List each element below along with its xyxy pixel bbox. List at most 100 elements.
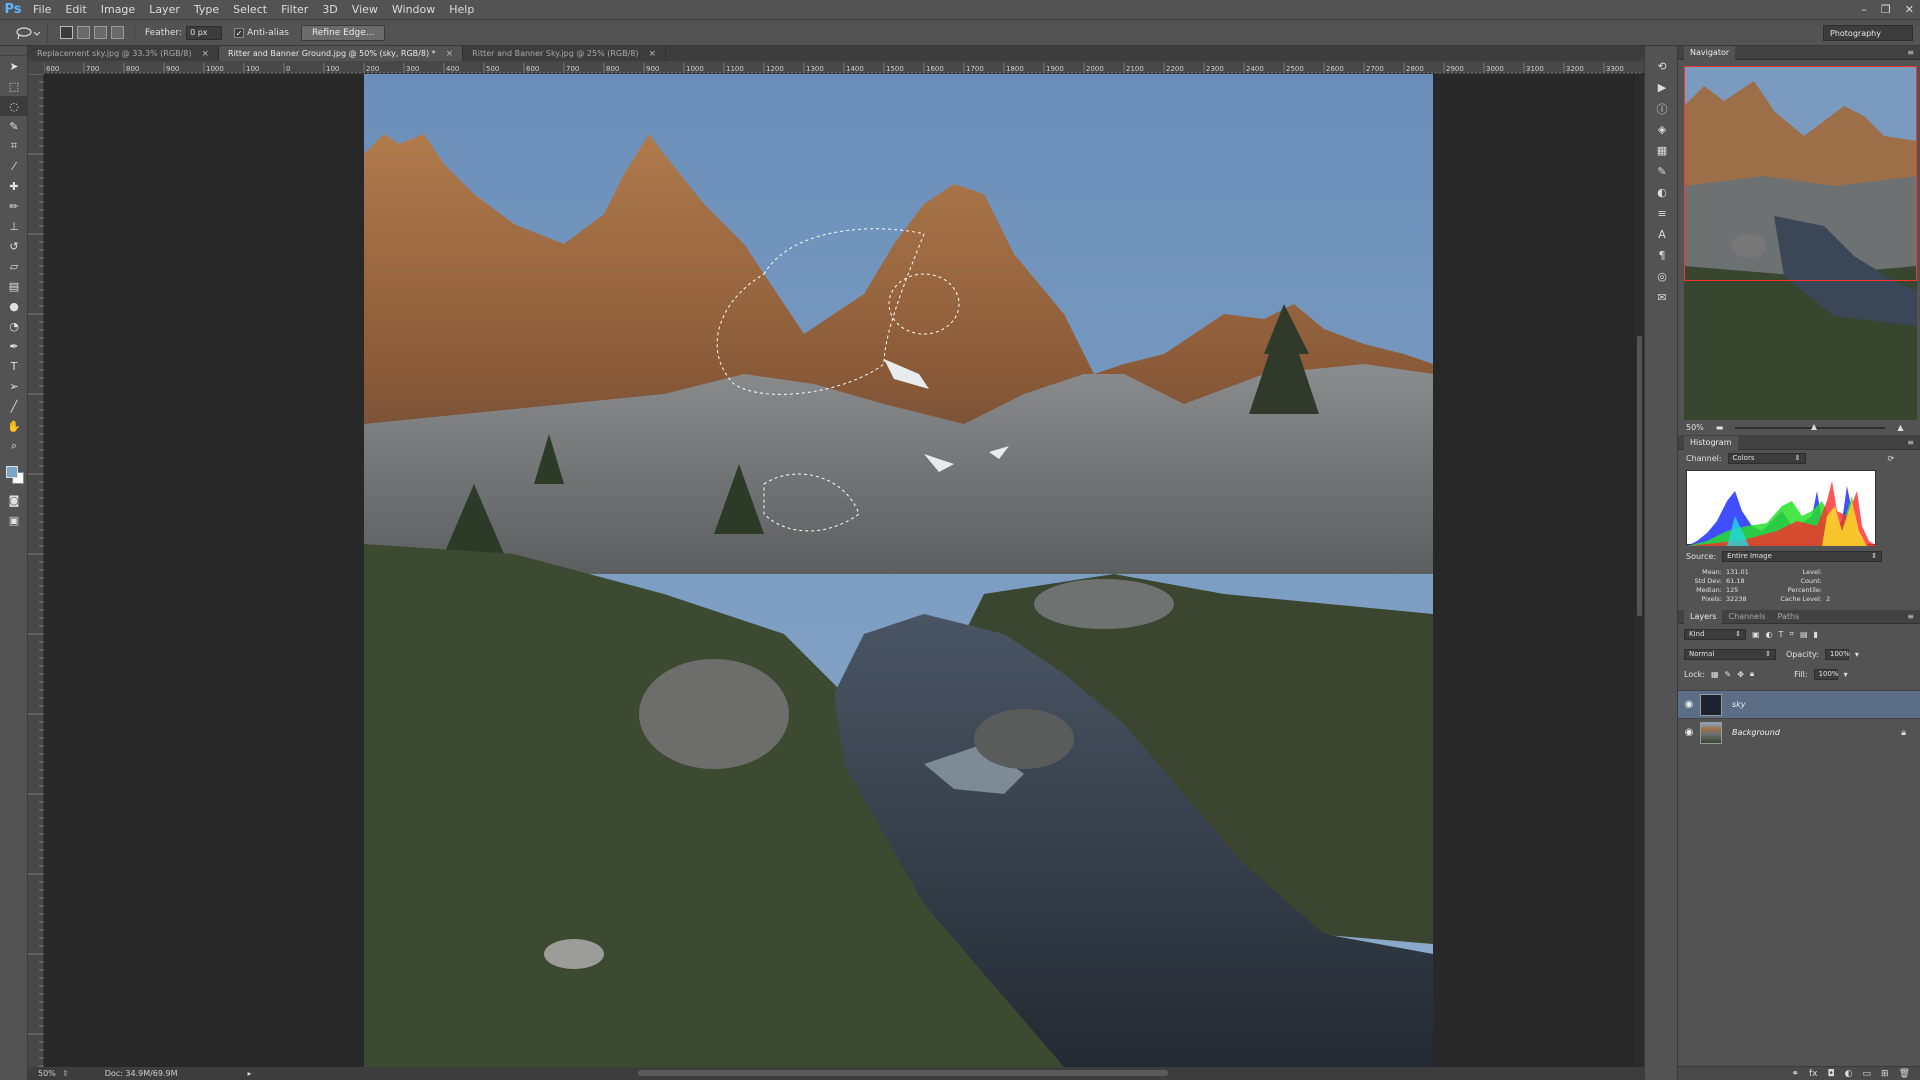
- add-mask-icon[interactable]: ◘: [1828, 1069, 1835, 1079]
- tab-ritter-banner-sky[interactable]: Ritter and Banner Sky.jpg @ 25% (RGB/8) …: [463, 46, 667, 61]
- new-layer-icon[interactable]: ⊞: [1881, 1069, 1889, 1079]
- panel-menu-icon[interactable]: ≡: [1907, 612, 1914, 621]
- tab-histogram[interactable]: Histogram: [1684, 435, 1738, 450]
- crop-tool-icon[interactable]: ⌗: [0, 136, 28, 156]
- actions-icon[interactable]: ▶: [1645, 77, 1679, 98]
- menu-edit[interactable]: Edit: [58, 3, 93, 16]
- link-layers-icon[interactable]: ⚭: [1791, 1069, 1799, 1079]
- new-selection-button[interactable]: [60, 26, 73, 39]
- opacity-input[interactable]: 100%: [1824, 648, 1850, 660]
- gradient-tool-icon[interactable]: ▤: [0, 276, 28, 296]
- navigator-zoom-value[interactable]: 50%: [1686, 423, 1704, 432]
- document-image[interactable]: [364, 74, 1433, 1067]
- export-icon[interactable]: ⇪: [62, 1069, 69, 1078]
- menu-view[interactable]: View: [345, 3, 385, 16]
- vertical-scroll-thumb[interactable]: [1637, 336, 1642, 616]
- menu-layer[interactable]: Layer: [142, 3, 187, 16]
- adjustments-icon[interactable]: ◐: [1645, 182, 1679, 203]
- history-icon[interactable]: ⟲: [1645, 56, 1679, 77]
- shape-filter-icon[interactable]: ⌗: [1789, 629, 1794, 639]
- brush-tool-icon[interactable]: ✏: [0, 196, 28, 216]
- tab-paths[interactable]: Paths: [1772, 610, 1806, 624]
- paragraph-icon[interactable]: ¶: [1645, 245, 1679, 266]
- path-selection-tool-icon[interactable]: ➢: [0, 376, 28, 396]
- pen-tool-icon[interactable]: ✒: [0, 336, 28, 356]
- screen-mode-icon[interactable]: ▣: [0, 510, 28, 530]
- refresh-icon[interactable]: ⟳: [1888, 454, 1895, 463]
- menu-file[interactable]: File: [26, 3, 58, 16]
- close-button[interactable]: ✕: [1905, 3, 1914, 16]
- quick-selection-tool-icon[interactable]: ✎: [0, 116, 28, 136]
- clone-stamp-tool-icon[interactable]: ⊥: [0, 216, 28, 236]
- tab-layers[interactable]: Layers: [1684, 609, 1723, 624]
- menu-3d[interactable]: 3D: [315, 3, 344, 16]
- lasso-tool-icon[interactable]: ◌: [0, 96, 28, 116]
- pixel-filter-icon[interactable]: ▣: [1752, 630, 1760, 639]
- tab-close-icon[interactable]: ×: [201, 49, 209, 59]
- canvas-area[interactable]: [44, 74, 1644, 1067]
- swatches-icon[interactable]: ▦: [1645, 140, 1679, 161]
- type-tool-icon[interactable]: T: [0, 356, 28, 376]
- ruler-origin[interactable]: [28, 61, 44, 74]
- smart-object-filter-icon[interactable]: ▤: [1800, 630, 1808, 639]
- feather-input[interactable]: 0 px: [186, 25, 223, 40]
- tab-close-icon[interactable]: ×: [648, 49, 656, 59]
- status-menu-arrow-icon[interactable]: ▸: [248, 1069, 252, 1078]
- layer-lock-icon[interactable]: 🔒︎: [1901, 728, 1906, 738]
- add-selection-button[interactable]: [77, 26, 90, 39]
- layer-row-background[interactable]: ◉ Background 🔒︎: [1678, 718, 1920, 746]
- character-icon[interactable]: A: [1645, 224, 1679, 245]
- menu-image[interactable]: Image: [94, 3, 142, 16]
- dock-grip[interactable]: [1645, 46, 1677, 56]
- vertical-ruler[interactable]: [28, 73, 44, 1067]
- lock-transparency-icon[interactable]: ▦: [1711, 670, 1719, 679]
- navigator-view-box[interactable]: [1684, 66, 1917, 281]
- fill-arrow-icon[interactable]: ▾: [1844, 670, 1848, 679]
- restore-button[interactable]: ❐: [1881, 3, 1891, 16]
- 3d-icon[interactable]: ◈: [1645, 119, 1679, 140]
- zoom-in-icon[interactable]: ▲: [1897, 423, 1903, 432]
- layer-style-icon[interactable]: fx: [1809, 1069, 1818, 1079]
- tab-navigator[interactable]: Navigator: [1684, 45, 1736, 60]
- refine-edge-button[interactable]: Refine Edge...: [300, 24, 386, 41]
- zoom-out-icon[interactable]: ▬: [1716, 423, 1724, 432]
- menu-filter[interactable]: Filter: [274, 3, 315, 16]
- subtract-selection-button[interactable]: [94, 26, 107, 39]
- blend-mode-dropdown[interactable]: Normal ⇕: [1684, 648, 1776, 660]
- vertical-scrollbar[interactable]: [1635, 74, 1644, 1067]
- document-size-info[interactable]: Doc: 34.9M/69.9M: [105, 1069, 178, 1078]
- filter-toggle-icon[interactable]: ▮: [1814, 630, 1818, 639]
- visibility-eye-icon[interactable]: ◉: [1678, 699, 1700, 710]
- fill-input[interactable]: 100%: [1813, 668, 1839, 680]
- lock-pixels-icon[interactable]: ✎: [1725, 670, 1732, 679]
- layer-kind-dropdown[interactable]: Kind ⇕: [1684, 628, 1746, 640]
- panel-menu-icon[interactable]: ≡: [1907, 438, 1914, 447]
- shape-tool-icon[interactable]: ╱: [0, 396, 28, 416]
- tab-close-icon[interactable]: ×: [446, 49, 454, 59]
- menu-help[interactable]: Help: [442, 3, 481, 16]
- lock-all-icon[interactable]: 🔒︎: [1750, 669, 1754, 679]
- blur-tool-icon[interactable]: ●: [0, 296, 28, 316]
- marquee-tool-icon[interactable]: ⬚: [0, 76, 28, 96]
- notes-icon[interactable]: ✉: [1645, 287, 1679, 308]
- antialias-checkbox[interactable]: ✓: [234, 27, 245, 38]
- new-group-icon[interactable]: ▭: [1863, 1069, 1872, 1079]
- layer-name[interactable]: sky: [1732, 700, 1746, 709]
- source-dropdown[interactable]: Entire Image ⇕: [1722, 550, 1883, 562]
- minimize-button[interactable]: –: [1861, 3, 1867, 16]
- eyedropper-tool-icon[interactable]: ⁄: [0, 156, 28, 176]
- zoom-tool-icon[interactable]: ⌕: [0, 436, 28, 456]
- move-tool-icon[interactable]: ➤: [0, 56, 28, 76]
- channel-dropdown[interactable]: Colors ⇕: [1727, 452, 1806, 464]
- panel-menu-icon[interactable]: ≡: [1907, 48, 1914, 57]
- tab-replacement-sky[interactable]: Replacement sky.jpg @ 33.3% (RGB/8) ×: [28, 46, 220, 61]
- lock-position-icon[interactable]: ✥: [1737, 670, 1744, 679]
- navigator-thumbnail[interactable]: [1684, 66, 1917, 420]
- slider-knob[interactable]: [1811, 423, 1818, 430]
- layer-row-sky[interactable]: ◉ sky: [1678, 690, 1920, 718]
- eraser-tool-icon[interactable]: ▱: [0, 256, 28, 276]
- info-icon[interactable]: ⓘ: [1645, 98, 1679, 119]
- horizontal-scrollbar[interactable]: [638, 1070, 1168, 1076]
- intersect-selection-button[interactable]: [111, 26, 124, 39]
- brush-presets-icon[interactable]: ✎: [1645, 161, 1679, 182]
